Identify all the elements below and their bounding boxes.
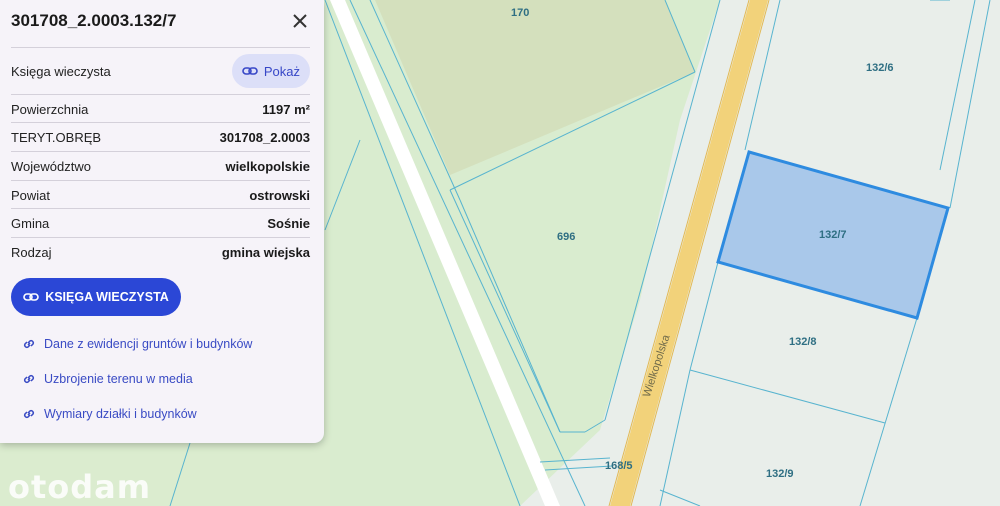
row-type: Rodzaj gmina wiejska xyxy=(11,237,310,267)
row-county: Powiat ostrowski xyxy=(11,180,310,210)
show-land-register-button[interactable]: Pokaż xyxy=(231,54,310,88)
link-icon xyxy=(23,409,35,419)
link-dimensions[interactable]: Wymiary działki i budynków xyxy=(22,407,197,421)
row-label: Powierzchnia xyxy=(11,102,89,117)
close-icon xyxy=(293,14,307,28)
plot-label-132-6: 132/6 xyxy=(866,62,894,74)
link-label: Wymiary działki i budynków xyxy=(44,407,197,421)
row-label: Gmina xyxy=(11,216,50,231)
link-icon xyxy=(23,339,35,349)
link-utilities[interactable]: Uzbrojenie terenu w media xyxy=(22,372,193,386)
watermark-logo: otodam xyxy=(8,468,152,506)
plot-label-168-5: 168/5 xyxy=(605,460,633,472)
row-value: 1197 m² xyxy=(262,102,310,117)
row-label: TERYT.OBRĘB xyxy=(11,130,102,145)
plot-label-170: 170 xyxy=(511,7,530,19)
link-land-records[interactable]: Dane z ewidencji gruntów i budynków xyxy=(22,337,252,351)
row-commune: Gmina Sośnie xyxy=(11,208,310,238)
row-teryt: TERYT.OBRĘB 301708_2.0003 xyxy=(11,122,310,152)
row-land-register: Księga wieczysta Pokaż xyxy=(11,47,310,94)
land-register-button[interactable]: KSIĘGA WIECZYSTA xyxy=(11,278,181,316)
plot-info-panel: 301708_2.0003.132/7 Księga wieczysta Pok… xyxy=(0,0,324,443)
row-label: Województwo xyxy=(11,159,91,174)
row-value: wielkopolskie xyxy=(225,159,310,174)
row-area: Powierzchnia 1197 m² xyxy=(11,94,310,124)
row-value: 301708_2.0003 xyxy=(219,130,310,145)
link-label: Uzbrojenie terenu w media xyxy=(44,372,193,386)
plot-label-132-9: 132/9 xyxy=(766,468,794,480)
row-label: Księga wieczysta xyxy=(11,63,111,79)
show-label: Pokaż xyxy=(263,63,300,79)
land-register-button-label: KSIĘGA WIECZYSTA xyxy=(45,290,169,304)
link-icon xyxy=(242,67,258,75)
row-value: ostrowski xyxy=(249,188,310,203)
plot-label-132-8: 132/8 xyxy=(789,336,817,348)
row-label: Powiat xyxy=(11,188,51,203)
link-label: Dane z ewidencji gruntów i budynków xyxy=(44,337,253,351)
row-voivodeship: Województwo wielkopolskie xyxy=(11,151,310,181)
row-value: Sośnie xyxy=(267,216,310,231)
row-label: Rodzaj xyxy=(11,245,52,260)
close-button[interactable] xyxy=(288,9,312,33)
plot-label-132-7: 132/7 xyxy=(819,229,847,241)
panel-title: 301708_2.0003.132/7 xyxy=(11,11,177,30)
link-icon xyxy=(23,293,39,301)
row-value: gmina wiejska xyxy=(221,245,310,260)
link-icon xyxy=(23,374,35,384)
plot-label-696: 696 xyxy=(557,231,576,243)
